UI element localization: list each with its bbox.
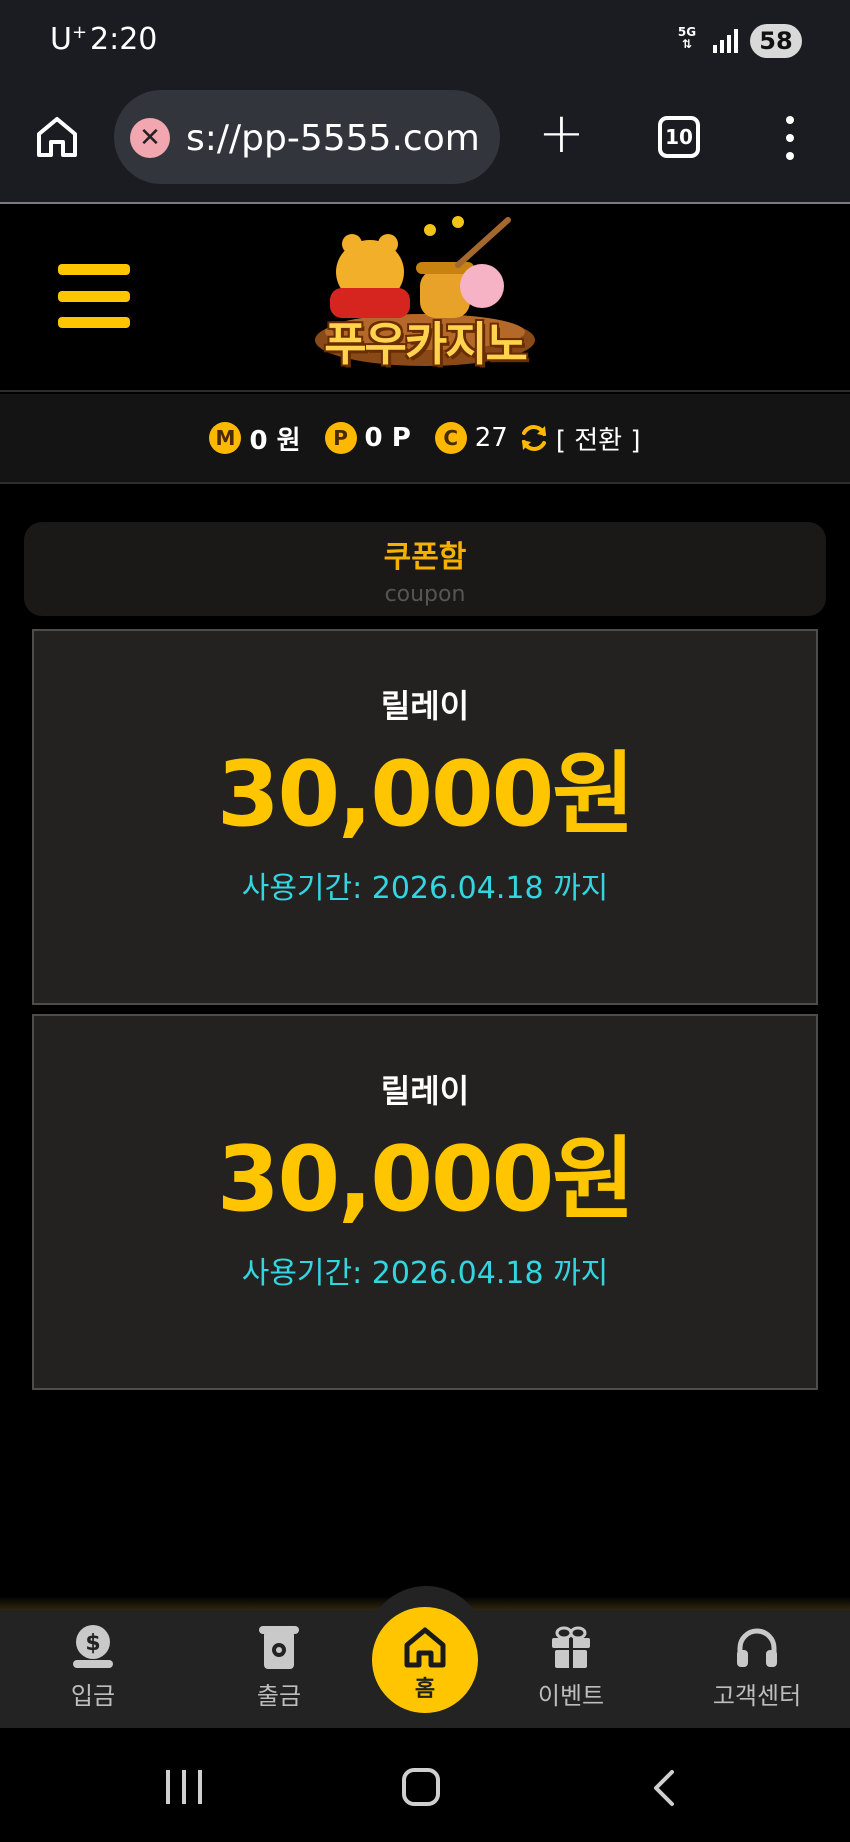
- deposit-icon: $: [73, 1625, 113, 1668]
- page-title: 쿠폰함: [383, 540, 467, 575]
- logo-text: 푸우카지노: [324, 317, 528, 371]
- coupon-card[interactable]: 릴레이 30,000원 사용기간: 2026.04.18 까지: [32, 1014, 818, 1390]
- refresh-icon[interactable]: [518, 422, 550, 454]
- home-icon: [404, 1627, 446, 1668]
- new-tab-icon[interactable]: +: [538, 104, 585, 164]
- coupon-box-header: 쿠폰함 coupon: [24, 522, 826, 616]
- browser-home-icon[interactable]: [34, 114, 80, 160]
- recents-icon[interactable]: [166, 1770, 202, 1804]
- money-balance: M 0 원: [209, 420, 301, 457]
- coupon-name: 릴레이: [380, 687, 470, 725]
- nav-home[interactable]: 홈: [372, 1607, 478, 1713]
- money-value: 0 원: [249, 425, 301, 456]
- coupon-amount: 30,000원: [216, 742, 635, 847]
- point-value: 0 P: [364, 423, 411, 453]
- nav-withdraw[interactable]: 출금: [204, 1622, 354, 1711]
- browser-toolbar: ✕ s://pp-5555.com + 10: [0, 86, 850, 204]
- money-icon: M: [209, 422, 242, 454]
- status-indicators: 5G ⇅ 58: [673, 24, 802, 58]
- coupon-period: 사용기간: 2026.04.18 까지: [241, 871, 609, 906]
- nav-withdraw-label: 출금: [256, 1682, 302, 1710]
- nav-deposit-label: 입금: [70, 1682, 116, 1710]
- switch-button[interactable]: [ 전환 ]: [556, 420, 641, 457]
- gift-icon: [552, 1626, 590, 1668]
- withdraw-icon: [259, 1626, 299, 1669]
- browser-menu-icon[interactable]: [786, 116, 794, 160]
- battery-indicator: 58: [750, 24, 802, 58]
- site-header: 푸우카지노: [0, 206, 850, 392]
- status-bar: U+ 2:20 5G ⇅ 58: [0, 0, 850, 86]
- coin-icon: C: [434, 422, 467, 454]
- nav-home-label: 홈: [414, 1677, 436, 1702]
- coin-value: 27: [474, 423, 508, 453]
- coin-balance: C 27 [ 전환 ]: [434, 420, 641, 457]
- back-icon[interactable]: [648, 1768, 678, 1808]
- nav-deposit[interactable]: $ 입금: [18, 1622, 168, 1711]
- url-text[interactable]: s://pp-5555.com: [186, 118, 486, 159]
- site-warning-icon[interactable]: ✕: [130, 118, 170, 158]
- system-nav-bar: [0, 1728, 850, 1842]
- coupon-card[interactable]: 릴레이 30,000원 사용기간: 2026.04.18 까지: [32, 629, 818, 1005]
- headphones-icon: [737, 1628, 777, 1667]
- balance-bar: M 0 원 P 0 P C 27 [ 전환 ]: [0, 394, 850, 484]
- signal-icon: [713, 29, 738, 53]
- nav-support-label: 고객센터: [712, 1682, 802, 1710]
- svg-text:$: $: [85, 1631, 100, 1656]
- menu-icon[interactable]: [58, 264, 130, 328]
- point-balance: P 0 P: [324, 422, 411, 454]
- nav-event[interactable]: 이벤트: [496, 1622, 646, 1711]
- carrier-label: U+: [50, 22, 88, 57]
- coupon-period: 사용기간: 2026.04.18 까지: [241, 1256, 609, 1291]
- page-subtitle: coupon: [384, 582, 466, 607]
- point-icon: P: [324, 422, 357, 454]
- network-5g-icon: 5G ⇅: [677, 25, 697, 51]
- url-bar[interactable]: ✕ s://pp-5555.com: [114, 90, 500, 184]
- site-logo[interactable]: 푸우카지노: [290, 210, 560, 388]
- nav-event-label: 이벤트: [537, 1682, 605, 1710]
- status-time: 2:20: [90, 22, 158, 57]
- coupon-name: 릴레이: [380, 1072, 470, 1110]
- system-home-icon[interactable]: [402, 1768, 440, 1806]
- nav-support[interactable]: 고객센터: [682, 1622, 832, 1711]
- coupon-amount: 30,000원: [216, 1127, 635, 1232]
- tab-count-button[interactable]: 10: [658, 116, 700, 158]
